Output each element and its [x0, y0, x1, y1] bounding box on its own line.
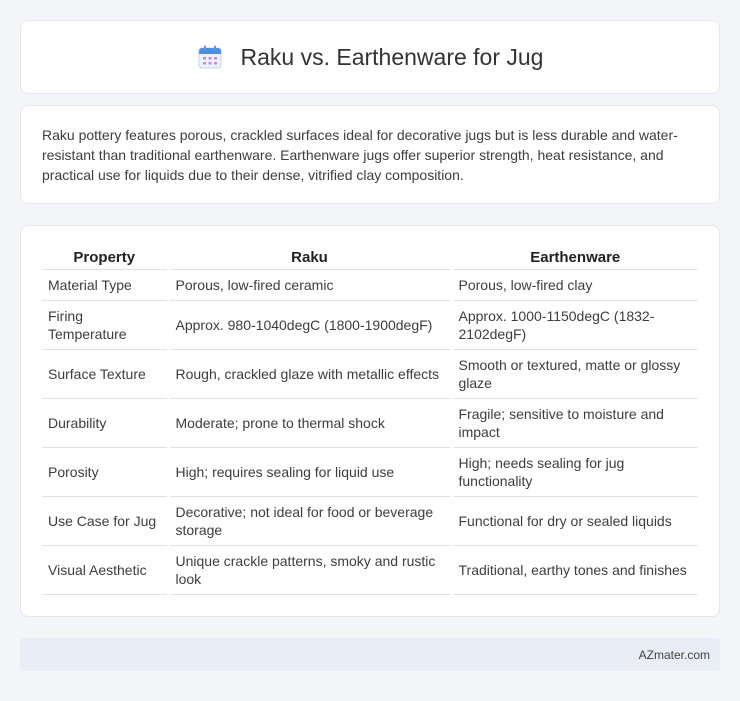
cell-property: Visual Aesthetic	[42, 545, 168, 595]
cell-property: Surface Texture	[42, 349, 168, 399]
cell-raku: Approx. 980-1040degC (1800-1900degF)	[166, 300, 451, 350]
cell-earthenware: Porous, low-fired clay	[449, 269, 698, 301]
summary-text: Raku pottery features porous, crackled s…	[42, 127, 678, 183]
cell-earthenware: High; needs sealing for jug functionalit…	[449, 447, 698, 497]
comparison-table: Property Raku Earthenware Material Type …	[42, 245, 698, 595]
table-row: Material Type Porous, low-fired ceramic …	[42, 269, 698, 301]
title-card: Raku vs. Earthenware for Jug	[20, 20, 720, 94]
header-raku: Raku	[166, 245, 451, 270]
table-row: Firing Temperature Approx. 980-1040degC …	[42, 300, 698, 350]
cell-earthenware: Fragile; sensitive to moisture and impac…	[449, 398, 698, 448]
cell-property: Durability	[42, 398, 168, 448]
table-row: Porosity High; requires sealing for liqu…	[42, 447, 698, 497]
table-row: Visual Aesthetic Unique crackle patterns…	[42, 545, 698, 595]
cell-earthenware: Functional for dry or sealed liquids	[449, 496, 698, 546]
cell-property: Material Type	[42, 269, 168, 301]
cell-raku: Decorative; not ideal for food or bevera…	[166, 496, 451, 546]
cell-earthenware: Approx. 1000-1150degC (1832-2102degF)	[449, 300, 698, 350]
cell-earthenware: Smooth or textured, matte or glossy glaz…	[449, 349, 698, 399]
table-row: Durability Moderate; prone to thermal sh…	[42, 398, 698, 448]
comparison-table-card: Property Raku Earthenware Material Type …	[20, 225, 720, 617]
table-row: Surface Texture Rough, crackled glaze wi…	[42, 349, 698, 399]
footer-brand[interactable]: AZmater.com	[639, 648, 710, 662]
cell-raku: Moderate; prone to thermal shock	[166, 398, 451, 448]
header-property: Property	[42, 245, 168, 270]
calendar-icon	[198, 45, 221, 69]
cell-property: Firing Temperature	[42, 300, 168, 350]
footer: AZmater.com	[20, 638, 720, 671]
table-row: Use Case for Jug Decorative; not ideal f…	[42, 496, 698, 546]
cell-property: Porosity	[42, 447, 168, 497]
cell-raku: Unique crackle patterns, smoky and rusti…	[166, 545, 451, 595]
page-title: Raku vs. Earthenware for Jug	[240, 43, 544, 70]
cell-earthenware: Traditional, earthy tones and finishes	[449, 545, 698, 595]
cell-property: Use Case for Jug	[42, 496, 168, 546]
header-earthenware: Earthenware	[449, 245, 698, 270]
cell-raku: Rough, crackled glaze with metallic effe…	[166, 349, 451, 399]
table-header-row: Property Raku Earthenware	[42, 245, 698, 270]
cell-raku: High; requires sealing for liquid use	[166, 447, 451, 497]
cell-raku: Porous, low-fired ceramic	[166, 269, 451, 301]
summary-card: Raku pottery features porous, crackled s…	[20, 105, 720, 204]
